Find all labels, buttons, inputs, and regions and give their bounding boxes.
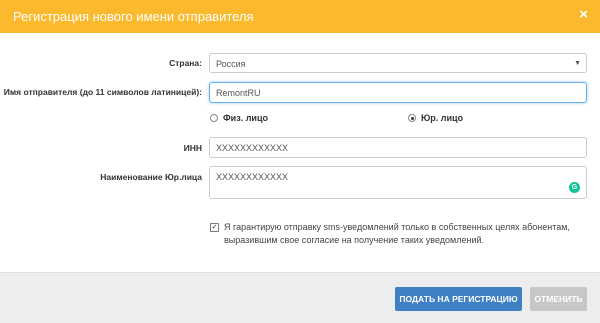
chevron-down-icon: ▼ xyxy=(574,60,581,67)
company-name-textarea[interactable]: XXXXXXXXXXXX G xyxy=(209,166,587,199)
agreement-text: Я гарантирую отправку sms-уведомлений то… xyxy=(224,222,570,245)
country-select[interactable]: Россия ▼ xyxy=(209,53,587,73)
dialog-header: Регистрация нового имени отправителя × xyxy=(0,0,600,33)
company-name-label: Наименование Юр.лица xyxy=(100,172,202,182)
radio-individual[interactable]: Физ. лицо xyxy=(210,113,268,123)
sender-name-input[interactable]: RemontRU xyxy=(209,82,587,103)
country-value: Россия xyxy=(216,59,246,69)
company-name-value: XXXXXXXXXXXX xyxy=(216,172,289,182)
radio-individual-label: Физ. лицо xyxy=(223,113,268,123)
radio-circle-individual xyxy=(210,114,218,122)
country-label: Страна: xyxy=(169,58,202,68)
submit-registration-button[interactable]: ПОДАТЬ НА РЕГИСТРАЦИЮ xyxy=(395,287,522,311)
radio-legal-entity[interactable]: Юр. лицо xyxy=(408,113,463,123)
sender-registration-dialog: Регистрация нового имени отправителя × С… xyxy=(0,0,600,323)
agreement-checkbox[interactable]: ✓ xyxy=(210,223,219,232)
radio-legal-entity-label: Юр. лицо xyxy=(421,113,464,123)
cancel-button[interactable]: ОТМЕНИТЬ xyxy=(530,287,587,311)
close-icon[interactable]: × xyxy=(579,7,588,23)
inn-input[interactable]: XXXXXXXXXXXX xyxy=(209,137,587,158)
inn-label: ИНН xyxy=(183,143,202,153)
inn-value: XXXXXXXXXXXX xyxy=(216,143,289,153)
sender-name-label: Имя отправителя (до 11 символов латинице… xyxy=(3,87,202,97)
dialog-title: Регистрация нового имени отправителя xyxy=(13,9,254,24)
sender-name-value: RemontRU xyxy=(216,88,261,98)
radio-circle-legal-entity xyxy=(408,114,416,122)
grammarly-icon[interactable]: G xyxy=(569,182,580,193)
